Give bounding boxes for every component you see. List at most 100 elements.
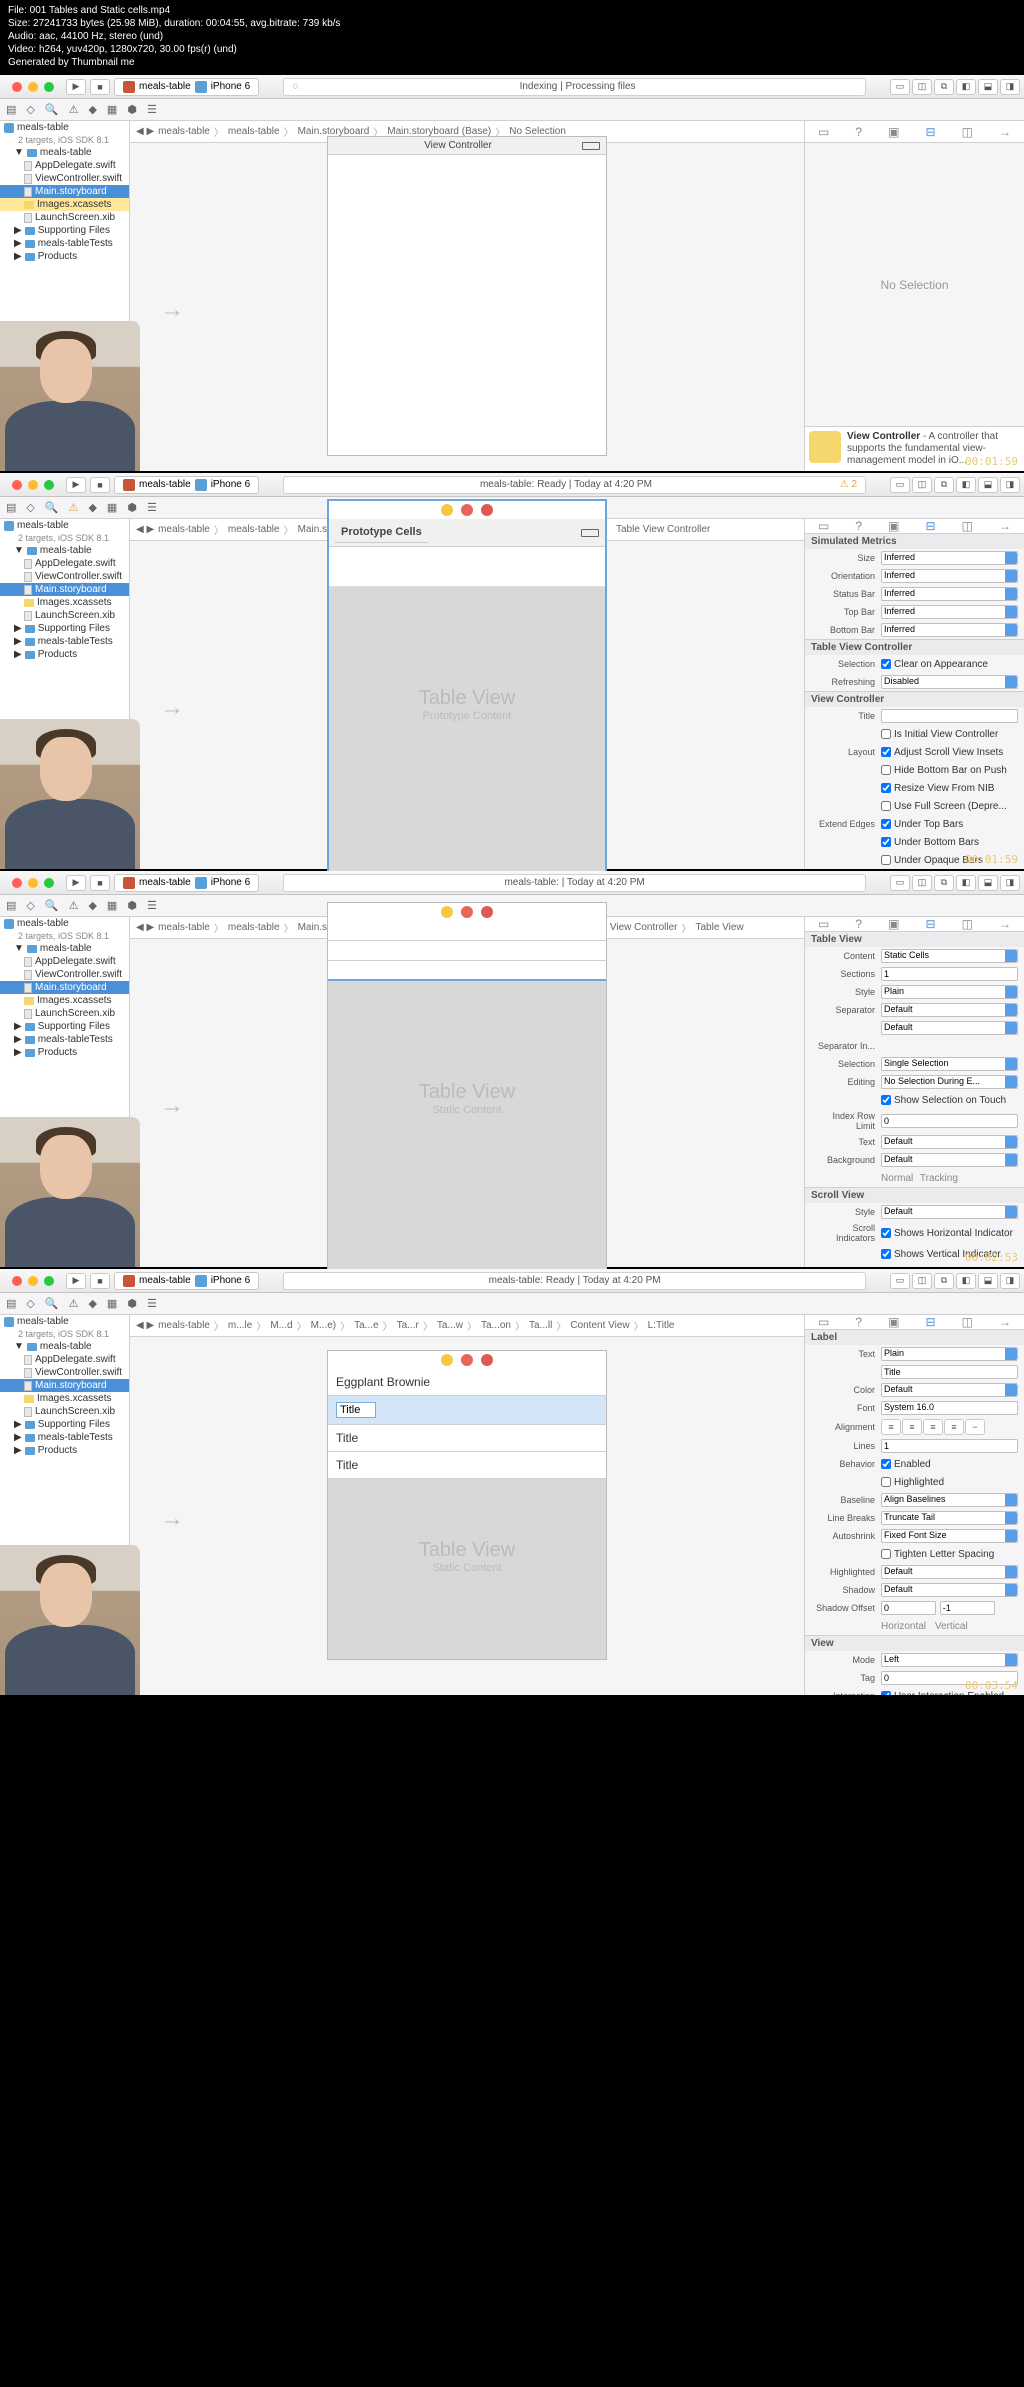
topbar-select[interactable]: Inferred — [881, 605, 1018, 619]
zoom-icon[interactable] — [44, 82, 54, 92]
project-root[interactable]: meals-table — [0, 121, 129, 134]
adjust-insets-checkbox[interactable] — [881, 747, 891, 757]
attributes-inspector-tab[interactable]: ⊟ — [925, 125, 935, 139]
folder-products[interactable]: ▶Products — [0, 250, 129, 263]
close-icon[interactable] — [12, 82, 22, 92]
linebreak-select[interactable]: Truncate Tail — [881, 1511, 1018, 1525]
breakpoint-nav-icon[interactable]: ⬢ — [127, 103, 137, 116]
initial-vc-checkbox[interactable] — [881, 729, 891, 739]
report-nav-icon[interactable]: ☰ — [147, 103, 157, 116]
index-row-input[interactable] — [881, 1114, 1018, 1128]
align-natural-button[interactable]: − — [965, 1419, 985, 1435]
under-top-checkbox[interactable] — [881, 819, 891, 829]
ui-enabled-checkbox[interactable] — [881, 1691, 891, 1695]
editor-standard-button[interactable]: ▭ — [890, 79, 910, 95]
shows-v-checkbox[interactable] — [881, 1249, 891, 1259]
align-justify-button[interactable]: ≡ — [944, 1419, 964, 1435]
scheme-selector[interactable]: meals-table iPhone 6 — [114, 78, 259, 96]
sections-input[interactable] — [881, 967, 1018, 981]
label-text-input[interactable] — [881, 1365, 1018, 1379]
test-nav-icon[interactable]: ◆ — [88, 103, 96, 116]
style-select[interactable]: Plain — [881, 985, 1018, 999]
stop-button[interactable]: ■ — [90, 477, 110, 493]
run-button[interactable]: ▶ — [66, 79, 86, 95]
window-controls[interactable] — [4, 78, 62, 96]
window-controls[interactable] — [4, 476, 62, 494]
selection-select[interactable]: Single Selection — [881, 1057, 1018, 1071]
cell-title-input[interactable] — [336, 1402, 376, 1418]
shadow-color-select[interactable]: Default — [881, 1583, 1018, 1597]
mode-select[interactable]: Left — [881, 1653, 1018, 1667]
minimize-icon[interactable] — [28, 82, 38, 92]
folder-supporting[interactable]: ▶Supporting Files — [0, 224, 129, 237]
debug-nav-icon[interactable]: ▦ — [107, 103, 117, 116]
text-mode-select[interactable]: Plain — [881, 1347, 1018, 1361]
folder-item[interactable]: ▼meals-table — [0, 146, 129, 159]
hide-bottom-checkbox[interactable] — [881, 765, 891, 775]
panel-right-button[interactable]: ◨ — [1000, 79, 1020, 95]
view-controller-scene[interactable]: View Controller — [327, 136, 607, 456]
text-color-select[interactable]: Default — [881, 1383, 1018, 1397]
baseline-select[interactable]: Align Baselines — [881, 1493, 1018, 1507]
highlighted-checkbox[interactable] — [881, 1477, 891, 1487]
symbol-nav-icon[interactable]: ◇ — [26, 103, 34, 116]
canvas-area[interactable]: ◀ ▶ meals-table〉 meals-table〉 Main.story… — [130, 121, 804, 471]
ib-file-owner-icon[interactable] — [441, 504, 453, 516]
file-appdelegate[interactable]: AppDelegate.swift — [0, 159, 129, 172]
table-cell-4[interactable]: Title — [328, 1452, 606, 1479]
statusbar-select[interactable]: Inferred — [881, 587, 1018, 601]
editing-select[interactable]: No Selection During E... — [881, 1075, 1018, 1089]
editor-assistant-button[interactable]: ◫ — [912, 79, 932, 95]
align-left-button[interactable]: ≡ — [881, 1419, 901, 1435]
ib-first-responder-icon[interactable] — [461, 504, 473, 516]
project-nav-icon[interactable]: ▤ — [6, 103, 16, 116]
table-view-static-scene[interactable]: Eggplant Brownie Title Title Table ViewS… — [327, 1350, 607, 1660]
table-cell-1[interactable]: Eggplant Brownie — [328, 1369, 606, 1396]
issue-nav-icon[interactable]: ⚠ — [69, 103, 79, 116]
under-opaque-checkbox[interactable] — [881, 855, 891, 865]
shadow-h-input[interactable] — [881, 1601, 936, 1615]
bottombar-select[interactable]: Inferred — [881, 623, 1018, 637]
enabled-checkbox[interactable] — [881, 1459, 891, 1469]
refreshing-select[interactable]: Disabled — [881, 675, 1018, 689]
connections-inspector-tab[interactable]: → — [999, 125, 1011, 139]
text-color-select[interactable]: Default — [881, 1135, 1018, 1149]
panel-bottom-button[interactable]: ⬓ — [978, 79, 998, 95]
table-view-scene[interactable]: Table ViewStatic Content — [327, 902, 607, 1282]
table-cell-2-editing[interactable] — [328, 1396, 606, 1425]
shadow-v-input[interactable] — [940, 1601, 995, 1615]
scheme-selector[interactable]: meals-tableiPhone 6 — [114, 476, 259, 494]
file-images[interactable]: Images.xcassets — [0, 198, 129, 211]
table-view-controller-scene[interactable]: Prototype Cells Table ViewPrototype Cont… — [327, 499, 607, 889]
table-cell-3[interactable]: Title — [328, 1425, 606, 1452]
shows-h-checkbox[interactable] — [881, 1228, 891, 1238]
orientation-select[interactable]: Inferred — [881, 569, 1018, 583]
separator-color-select[interactable]: Default — [881, 1021, 1018, 1035]
show-touch-checkbox[interactable] — [881, 1095, 891, 1105]
ib-exit-icon[interactable] — [481, 504, 493, 516]
file-inspector-tab[interactable]: ▭ — [818, 125, 829, 139]
font-select[interactable]: System 16.0 — [881, 1401, 1018, 1415]
size-inspector-tab[interactable]: ◫ — [962, 125, 973, 139]
file-launch[interactable]: LaunchScreen.xib — [0, 211, 129, 224]
editor-version-button[interactable]: ⧉ — [934, 79, 954, 95]
highlighted-color-select[interactable]: Default — [881, 1565, 1018, 1579]
under-bottom-checkbox[interactable] — [881, 837, 891, 847]
file-viewcontroller[interactable]: ViewController.swift — [0, 172, 129, 185]
autoshrink-select[interactable]: Fixed Font Size — [881, 1529, 1018, 1543]
content-select[interactable]: Static Cells — [881, 949, 1018, 963]
resize-nib-checkbox[interactable] — [881, 783, 891, 793]
run-button[interactable]: ▶ — [66, 477, 86, 493]
title-input[interactable] — [881, 709, 1018, 723]
align-right-button[interactable]: ≡ — [923, 1419, 943, 1435]
help-inspector-tab[interactable]: ? — [855, 125, 862, 139]
sv-style-select[interactable]: Default — [881, 1205, 1018, 1219]
lines-input[interactable] — [881, 1439, 1018, 1453]
align-center-button[interactable]: ≡ — [902, 1419, 922, 1435]
find-nav-icon[interactable]: 🔍 — [45, 103, 59, 116]
bg-color-select[interactable]: Default — [881, 1153, 1018, 1167]
file-storyboard-selected[interactable]: Main.storyboard — [0, 185, 129, 198]
identity-inspector-tab[interactable]: ▣ — [888, 125, 899, 139]
fullscreen-checkbox[interactable] — [881, 801, 891, 811]
stop-button[interactable]: ■ — [90, 79, 110, 95]
